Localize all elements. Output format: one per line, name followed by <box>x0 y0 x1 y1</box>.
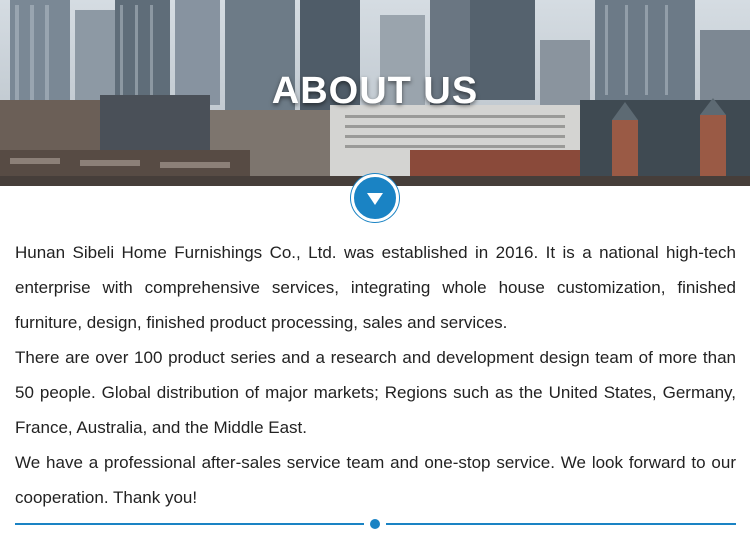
page-title: ABOUT US <box>271 70 479 112</box>
about-paragraph: There are over 100 product series and a … <box>15 348 736 437</box>
about-text: Hunan Sibeli Home Furnishings Co., Ltd. … <box>15 235 736 515</box>
about-paragraph: We have a professional after-sales servi… <box>15 453 736 507</box>
divider-line <box>386 523 736 525</box>
section-divider <box>15 518 736 530</box>
about-banner: ABOUT US <box>0 0 750 186</box>
divider-line <box>15 523 364 525</box>
divider-dot <box>370 519 380 529</box>
about-paragraph: Hunan Sibeli Home Furnishings Co., Ltd. … <box>15 243 736 332</box>
scroll-down-button[interactable] <box>351 174 399 222</box>
chevron-down-icon <box>367 193 383 205</box>
